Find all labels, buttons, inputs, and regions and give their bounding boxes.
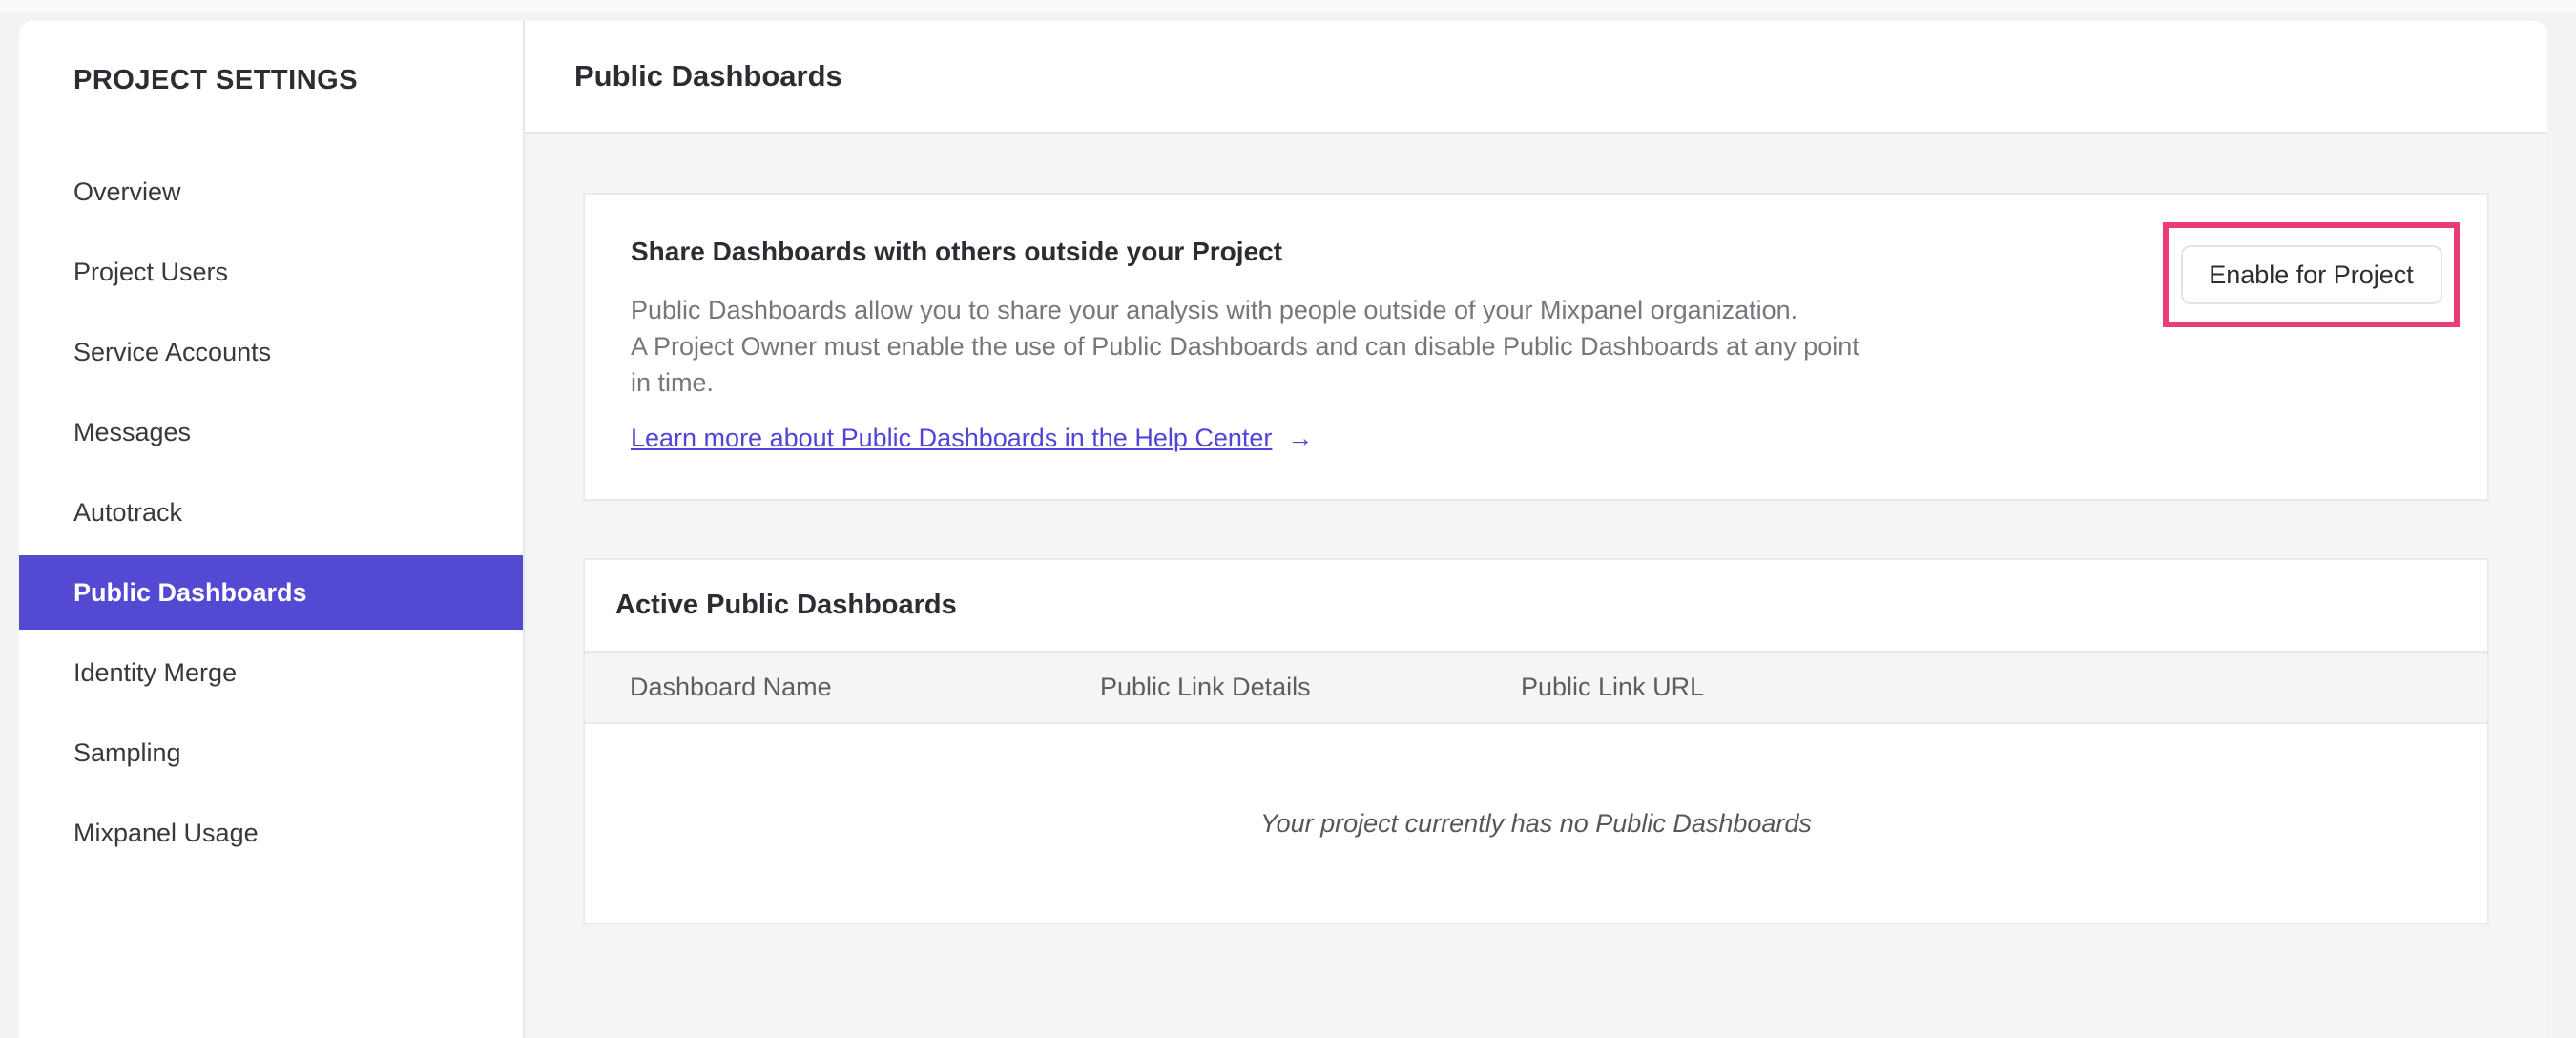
page-top-strip xyxy=(0,0,2576,11)
sidebar-item-label: Service Accounts xyxy=(73,337,272,366)
sidebar-item-overview[interactable]: Overview xyxy=(19,152,523,232)
sidebar-item-label: Project Users xyxy=(73,257,229,286)
arrow-right-icon: → xyxy=(1287,424,1314,452)
help-center-link-row: Learn more about Public Dashboards in th… xyxy=(631,424,2441,453)
app-panel: PROJECT SETTINGS Overview Project Users … xyxy=(19,21,2547,1038)
enable-for-project-button[interactable]: Enable for Project xyxy=(2180,245,2442,304)
empty-state-message: Your project currently has no Public Das… xyxy=(1260,808,1812,838)
sidebar-item-messages[interactable]: Messages xyxy=(19,392,523,472)
description-line: A Project Owner must enable the use of P… xyxy=(631,332,1859,361)
column-dashboard-name: Dashboard Name xyxy=(630,673,832,701)
active-dashboards-card: Active Public Dashboards Dashboard Name … xyxy=(583,558,2489,924)
page-header: Public Dashboards xyxy=(525,21,2547,134)
sidebar-item-label: Mixpanel Usage xyxy=(73,818,259,847)
active-dashboards-heading: Active Public Dashboards xyxy=(615,590,957,620)
page-title: Public Dashboards xyxy=(574,59,842,93)
sidebar-item-label: Autotrack xyxy=(73,497,183,527)
sidebar-title: PROJECT SETTINGS xyxy=(73,65,359,95)
column-public-link-details: Public Link Details xyxy=(1100,673,1311,701)
help-center-link[interactable]: Learn more about Public Dashboards in th… xyxy=(631,424,1272,453)
main-content: Share Dashboards with others outside you… xyxy=(525,134,2547,924)
sidebar-item-public-dashboards[interactable]: Public Dashboards xyxy=(19,555,523,630)
sidebar-item-label: Sampling xyxy=(73,737,181,767)
sidebar-item-label: Messages xyxy=(73,417,192,446)
sidebar-item-label: Public Dashboards xyxy=(73,577,307,607)
share-dashboards-card: Share Dashboards with others outside you… xyxy=(583,193,2489,501)
sidebar-item-service-accounts[interactable]: Service Accounts xyxy=(19,312,523,392)
sidebar-item-project-users[interactable]: Project Users xyxy=(19,232,523,312)
project-settings-sidebar: PROJECT SETTINGS Overview Project Users … xyxy=(19,21,525,1038)
sidebar-item-identity-merge[interactable]: Identity Merge xyxy=(19,633,523,713)
column-public-link-url: Public Link URL xyxy=(1521,673,1705,701)
annotation-highlight-box: Enable for Project xyxy=(2163,222,2460,327)
sidebar-item-autotrack[interactable]: Autotrack xyxy=(19,472,523,552)
sidebar-item-sampling[interactable]: Sampling xyxy=(19,713,523,793)
main-area: Public Dashboards Share Dashboards with … xyxy=(525,21,2547,1038)
sidebar-item-mixpanel-usage[interactable]: Mixpanel Usage xyxy=(19,793,523,873)
active-dashboards-card-header: Active Public Dashboards xyxy=(585,560,2487,651)
sidebar-item-label: Identity Merge xyxy=(73,657,238,687)
dashboards-table-body: Your project currently has no Public Das… xyxy=(585,724,2487,923)
sidebar-item-label: Overview xyxy=(73,176,181,206)
description-line: in time. xyxy=(631,368,715,397)
dashboards-table-header: Dashboard Name Public Link Details Publi… xyxy=(585,651,2487,724)
